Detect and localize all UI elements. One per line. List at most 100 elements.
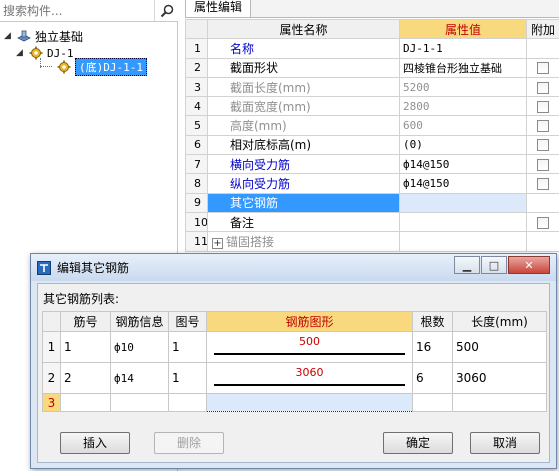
property-row[interactable]: 2 截面形状 四棱锥台形独立基础 <box>185 57 559 78</box>
dialog-title-bar[interactable]: 编辑其它钢筋 ▁ □ ✕ <box>31 254 556 281</box>
maximize-button[interactable]: □ <box>481 256 507 274</box>
rebar-row[interactable]: 2 2 ф14 1 3060 6 3060 <box>42 362 547 394</box>
property-row[interactable]: 10 备注 <box>185 211 559 233</box>
property-row[interactable]: 11 + 锚固搭接 <box>185 231 559 252</box>
property-row[interactable]: 7 横向受力筋 ф14@150 <box>185 154 559 175</box>
extra-cell[interactable] <box>526 57 559 78</box>
property-name-cell[interactable]: 纵向受力筋 <box>207 173 400 194</box>
extra-cell[interactable] <box>526 134 559 156</box>
rebar-new-row[interactable]: 3 <box>42 393 547 412</box>
property-row[interactable]: 1 名称 DJ-1-1 <box>185 38 559 59</box>
extra-cell[interactable] <box>526 38 559 59</box>
property-value-cell[interactable] <box>399 211 527 233</box>
property-name-cell[interactable]: 截面形状 <box>207 57 400 78</box>
header-bar-number[interactable]: 筋号 <box>60 311 111 332</box>
bar-shape-cell[interactable]: 3060 <box>206 362 413 394</box>
extra-cell[interactable] <box>526 231 559 252</box>
ok-button[interactable]: 确定 <box>383 432 453 454</box>
figure-number-cell[interactable]: 1 <box>168 331 207 363</box>
cancel-button[interactable]: 取消 <box>470 432 540 454</box>
header-bar-shape[interactable]: 钢筋图形 <box>206 311 413 332</box>
header-property-value[interactable]: 属性值 <box>399 18 527 40</box>
extra-cell[interactable] <box>526 173 559 194</box>
count-cell[interactable] <box>412 393 453 412</box>
property-value-cell[interactable]: 四棱锥台形独立基础 <box>399 57 527 78</box>
property-value-cell[interactable]: 2800 <box>399 96 527 117</box>
property-name-cell[interactable]: 其它钢筋 <box>207 192 400 213</box>
property-name-cell[interactable]: 截面宽度(mm) <box>207 96 400 117</box>
bar-shape-cell[interactable] <box>206 393 413 412</box>
property-name-cell[interactable]: 备注 <box>207 211 400 233</box>
extra-checkbox[interactable] <box>537 158 549 171</box>
property-value-cell[interactable] <box>399 192 527 213</box>
bar-info-cell[interactable] <box>110 393 169 412</box>
property-name-cell[interactable]: 横向受力筋 <box>207 154 400 175</box>
extra-checkbox[interactable] <box>537 120 549 133</box>
expand-plus-icon[interactable]: + <box>212 237 223 249</box>
extra-checkbox[interactable] <box>537 81 549 94</box>
tab-property-edit[interactable]: 属性编辑 <box>185 0 252 17</box>
extra-cell[interactable] <box>526 211 559 233</box>
collapse-arrow-icon[interactable]: ◢ <box>16 48 28 58</box>
minimize-button[interactable]: ▁ <box>454 256 480 274</box>
property-value-cell[interactable]: (0) <box>399 134 527 156</box>
property-row[interactable]: 8 纵向受力筋 ф14@150 <box>185 173 559 194</box>
length-cell[interactable] <box>452 393 547 412</box>
property-name-cell[interactable]: 高度(mm) <box>207 115 400 136</box>
extra-cell[interactable] <box>526 115 559 136</box>
extra-cell[interactable] <box>526 96 559 117</box>
count-cell[interactable]: 6 <box>412 362 453 394</box>
close-button[interactable]: ✕ <box>508 256 550 274</box>
header-property-name[interactable]: 属性名称 <box>207 18 400 40</box>
property-value-cell[interactable]: ф14@150 <box>399 154 527 175</box>
count-cell[interactable]: 16 <box>412 331 453 363</box>
header-length[interactable]: 长度(mm) <box>452 311 547 332</box>
tree-node-root[interactable]: ◢ 独立基础 <box>4 27 83 45</box>
bar-number-cell[interactable]: 1 <box>60 331 111 363</box>
property-row[interactable]: 3 截面长度(mm) 5200 <box>185 76 559 98</box>
extra-cell[interactable] <box>526 192 559 213</box>
property-name-cell[interactable]: 截面长度(mm) <box>207 76 400 98</box>
property-value-cell[interactable]: DJ-1-1 <box>399 38 527 59</box>
header-bar-info[interactable]: 钢筋信息 <box>110 311 169 332</box>
length-cell[interactable]: 3060 <box>452 362 547 394</box>
header-figure-number[interactable]: 图号 <box>168 311 207 332</box>
extra-checkbox[interactable] <box>537 216 549 229</box>
property-value-cell[interactable]: 600 <box>399 115 527 136</box>
length-cell[interactable]: 500 <box>452 331 547 363</box>
extra-checkbox[interactable] <box>537 62 549 75</box>
search-button[interactable] <box>154 0 178 21</box>
row-number: 3 <box>185 76 208 98</box>
bar-number-cell[interactable]: 2 <box>60 362 111 394</box>
bar-info-cell[interactable]: ф10 <box>110 331 169 363</box>
property-row[interactable]: 4 截面宽度(mm) 2800 <box>185 96 559 117</box>
property-row[interactable]: 6 相对底标高(m) (0) <box>185 134 559 156</box>
extra-checkbox[interactable] <box>537 100 549 113</box>
property-value-cell[interactable]: 5200 <box>399 76 527 98</box>
search-input[interactable] <box>0 0 152 21</box>
bar-shape-cell[interactable]: 500 <box>206 331 413 363</box>
figure-number-cell[interactable]: 1 <box>168 362 207 394</box>
extra-cell[interactable] <box>526 76 559 98</box>
property-row[interactable]: 9 其它钢筋 <box>185 192 559 213</box>
property-value-cell[interactable] <box>399 231 527 252</box>
delete-button[interactable]: 删除 <box>154 432 224 454</box>
bar-number-cell[interactable] <box>60 393 111 412</box>
rebar-row[interactable]: 1 1 ф10 1 500 16 500 <box>42 331 547 363</box>
property-value-cell[interactable]: ф14@150 <box>399 173 527 194</box>
extra-checkbox[interactable] <box>537 139 549 152</box>
header-extra[interactable]: 附加 <box>526 18 559 40</box>
insert-button[interactable]: 插入 <box>60 432 130 454</box>
extra-cell[interactable] <box>526 154 559 175</box>
property-name-cell[interactable]: + 锚固搭接 <box>207 231 400 252</box>
property-name-cell[interactable]: 名称 <box>207 38 400 59</box>
property-row[interactable]: 5 高度(mm) 600 <box>185 115 559 136</box>
figure-number-cell[interactable] <box>168 393 207 412</box>
property-name-cell[interactable]: 相对底标高(m) <box>207 134 400 156</box>
bar-info-cell[interactable]: ф14 <box>110 362 169 394</box>
header-count[interactable]: 根数 <box>412 311 453 332</box>
extra-checkbox[interactable] <box>537 178 549 191</box>
gear-component-icon <box>56 59 72 75</box>
tree-node-leaf[interactable]: (底)DJ-1-1 <box>56 58 147 76</box>
collapse-arrow-icon[interactable]: ◢ <box>4 31 16 41</box>
